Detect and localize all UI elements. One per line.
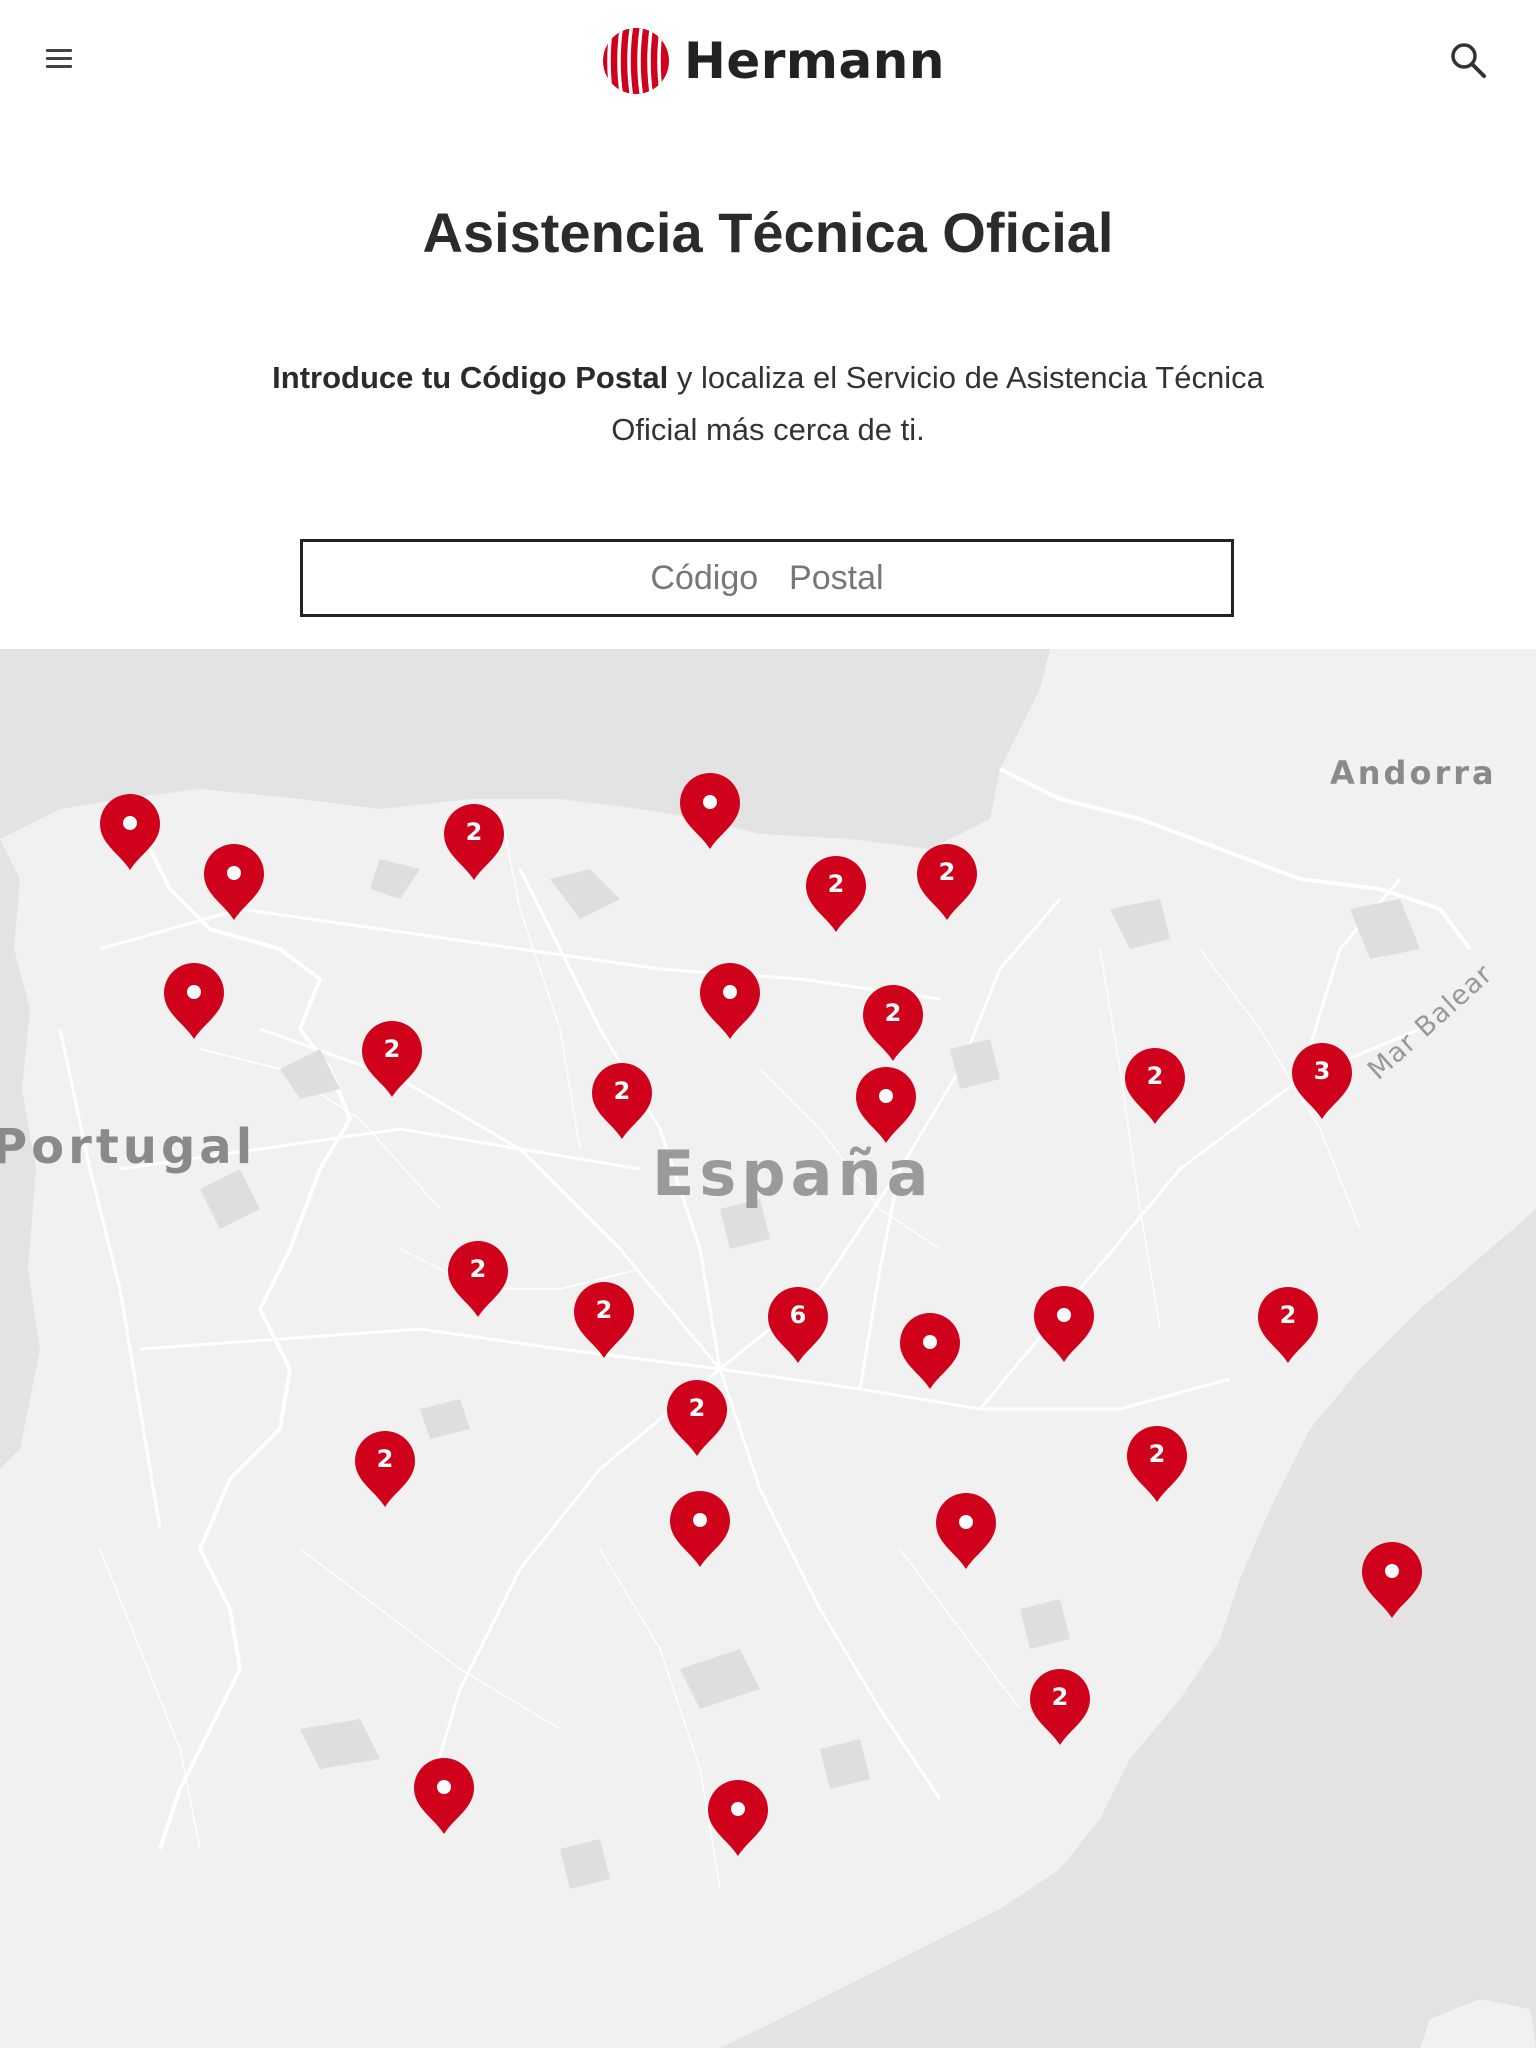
map-cluster-marker[interactable]: 2 <box>804 854 868 934</box>
service-map[interactable]: Andorra Portugal España Mar Balear 22222… <box>0 649 1536 2048</box>
map-cluster-marker[interactable]: 2 <box>353 1429 417 1509</box>
map-cluster-marker[interactable]: 2 <box>1028 1667 1092 1747</box>
hermann-logo-mark-icon <box>603 28 669 94</box>
map-pin-icon <box>414 1758 474 1834</box>
map-pin-marker[interactable] <box>202 842 266 922</box>
marker-count: 2 <box>595 1296 613 1324</box>
site-header: Hermann <box>0 0 1536 130</box>
marker-dot-icon <box>437 1780 451 1794</box>
map-label-portugal: Portugal <box>0 1119 257 1175</box>
map-cluster-marker[interactable]: 2 <box>665 1378 729 1458</box>
map-pin-icon <box>204 844 264 920</box>
intro-rest-text: y localiza el Servicio de Asistencia Téc… <box>611 360 1264 447</box>
map-cluster-marker[interactable]: 2 <box>1256 1285 1320 1365</box>
map-pin-marker[interactable] <box>678 771 742 851</box>
marker-dot-icon <box>923 1335 937 1349</box>
map-cluster-marker[interactable]: 3 <box>1290 1041 1354 1121</box>
marker-count: 2 <box>376 1445 394 1473</box>
map-cluster-marker[interactable]: 2 <box>590 1061 654 1141</box>
map-pin-icon <box>700 963 760 1039</box>
marker-dot-icon <box>227 866 241 880</box>
marker-dot-icon <box>123 816 137 830</box>
marker-dot-icon <box>693 1513 707 1527</box>
marker-count: 2 <box>1051 1683 1069 1711</box>
map-pin-marker[interactable] <box>1032 1284 1096 1364</box>
map-pin-icon <box>164 963 224 1039</box>
map-pin-marker[interactable] <box>698 961 762 1041</box>
hamburger-menu-icon[interactable] <box>42 44 76 78</box>
marker-count: 6 <box>789 1301 807 1329</box>
map-pin-icon <box>1362 1542 1422 1618</box>
map-pin-icon <box>680 773 740 849</box>
marker-dot-icon <box>731 1802 745 1816</box>
map-pin-marker[interactable] <box>98 792 162 872</box>
search-icon[interactable] <box>1448 40 1488 80</box>
map-cluster-marker[interactable]: 2 <box>572 1280 636 1360</box>
map-cluster-marker[interactable]: 2 <box>1125 1424 1189 1504</box>
marker-count: 2 <box>613 1077 631 1105</box>
marker-count: 2 <box>1279 1301 1297 1329</box>
marker-count: 2 <box>469 1255 487 1283</box>
brand-logo[interactable]: Hermann <box>602 26 945 96</box>
marker-count: 2 <box>1146 1062 1164 1090</box>
map-pin-marker[interactable] <box>412 1756 476 1836</box>
map-pin-icon <box>1034 1286 1094 1362</box>
map-pin-marker[interactable] <box>1360 1540 1424 1620</box>
marker-dot-icon <box>187 985 201 999</box>
map-cluster-marker[interactable]: 2 <box>360 1019 424 1099</box>
map-cluster-marker[interactable]: 2 <box>446 1239 510 1319</box>
map-pin-marker[interactable] <box>934 1491 998 1571</box>
marker-count: 2 <box>884 999 902 1027</box>
map-cluster-marker[interactable]: 2 <box>861 983 925 1063</box>
map-pin-marker[interactable] <box>706 1778 770 1858</box>
map-pin-marker[interactable] <box>854 1065 918 1145</box>
marker-count: 2 <box>1148 1440 1166 1468</box>
marker-dot-icon <box>1057 1308 1071 1322</box>
marker-count: 3 <box>1313 1057 1331 1085</box>
map-pin-icon <box>100 794 160 870</box>
intro-bold-text: Introduce tu Código Postal <box>272 360 669 395</box>
map-pin-marker[interactable] <box>162 961 226 1041</box>
map-label-espana: España <box>652 1137 934 1210</box>
map-cluster-marker[interactable]: 2 <box>915 842 979 922</box>
marker-count: 2 <box>938 858 956 886</box>
map-cluster-marker[interactable]: 2 <box>1123 1046 1187 1126</box>
map-pin-icon <box>936 1493 996 1569</box>
map-cluster-marker[interactable]: 2 <box>442 802 506 882</box>
brand-name: Hermann <box>684 32 945 90</box>
intro-text: Introduce tu Código Postal y localiza el… <box>240 352 1296 456</box>
marker-dot-icon <box>703 795 717 809</box>
page-title: Asistencia Técnica Oficial <box>422 201 1114 264</box>
marker-count: 2 <box>688 1394 706 1422</box>
postal-code-input[interactable] <box>300 539 1234 617</box>
map-pin-icon <box>670 1491 730 1567</box>
marker-count: 2 <box>827 870 845 898</box>
marker-dot-icon <box>1385 1564 1399 1578</box>
marker-dot-icon <box>959 1515 973 1529</box>
marker-count: 2 <box>465 818 483 846</box>
map-pin-marker[interactable] <box>898 1311 962 1391</box>
map-pin-icon <box>708 1780 768 1856</box>
map-label-andorra: Andorra <box>1330 754 1497 792</box>
map-pin-icon <box>856 1067 916 1143</box>
map-pin-marker[interactable] <box>668 1489 732 1569</box>
marker-count: 2 <box>383 1035 401 1063</box>
marker-dot-icon <box>723 985 737 999</box>
map-pin-icon <box>900 1313 960 1389</box>
map-cluster-marker[interactable]: 6 <box>766 1285 830 1365</box>
marker-dot-icon <box>879 1089 893 1103</box>
